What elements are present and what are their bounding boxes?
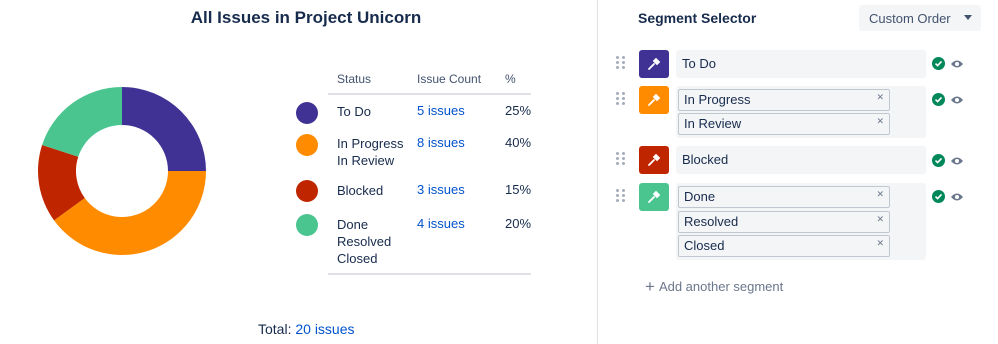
legend-status-line: Blocked: [337, 183, 384, 198]
segment-color-picker[interactable]: [639, 183, 669, 211]
legend-status-line: In Review: [337, 153, 395, 168]
segment-color-picker[interactable]: [639, 50, 669, 78]
legend-header-pct: %: [505, 72, 516, 86]
status-chip: Resolved ✕: [678, 211, 890, 233]
custom-order-label: Custom Order: [869, 10, 951, 26]
status-chip-label: In Progress: [684, 92, 751, 107]
legend-swatch: [296, 102, 318, 124]
legend-count-link[interactable]: 4 issues: [417, 216, 465, 231]
status-chip: Closed ✕: [678, 235, 890, 257]
remove-chip-icon[interactable]: ✕: [876, 111, 884, 131]
eye-icon[interactable]: [950, 156, 964, 166]
drag-handle-icon[interactable]: [616, 152, 626, 166]
segment-selector-title: Segment Selector: [638, 10, 757, 26]
legend-status: Done Resolved Closed: [337, 216, 391, 267]
check-icon: [932, 154, 945, 167]
status-chip-label: Resolved: [684, 214, 739, 229]
panel-divider: [597, 0, 598, 344]
legend-percent: 20%: [505, 216, 532, 231]
donut-slice: [122, 87, 206, 171]
legend-status: To Do: [337, 103, 371, 120]
eye-icon[interactable]: [950, 95, 964, 105]
legend-percent: 25%: [505, 103, 532, 118]
status-chip: In Progress ✕: [678, 89, 890, 111]
legend-swatch: [296, 180, 318, 202]
legend-count-link[interactable]: 8 issues: [417, 135, 465, 150]
status-chip: Done ✕: [678, 186, 890, 208]
eyedropper-icon: [648, 153, 661, 166]
legend-count-link[interactable]: 5 issues: [417, 103, 465, 118]
check-icon: [932, 93, 945, 106]
eyedropper-icon: [648, 57, 661, 70]
check-icon: [932, 57, 945, 70]
legend-status: In Progress In Review: [337, 135, 403, 169]
legend-status-line: In Progress: [337, 136, 404, 151]
add-segment-label: Add another segment: [658, 279, 784, 294]
app-root: All Issues in Project Unicorn Status Iss…: [0, 0, 998, 344]
legend-footer-divider: [328, 273, 531, 275]
chart-title: All Issues in Project Unicorn: [190, 8, 422, 27]
drag-handle-icon[interactable]: [616, 189, 626, 203]
segment-status-field[interactable]: Blocked: [676, 146, 926, 174]
segment-color-picker[interactable]: [639, 86, 669, 114]
legend-status-line: Closed: [337, 251, 378, 266]
legend-status-line: Done: [337, 217, 369, 232]
legend-swatch: [296, 134, 318, 156]
status-chip-label: Closed: [684, 238, 725, 253]
drag-handle-icon[interactable]: [616, 56, 626, 70]
add-segment-button[interactable]: + Add another segment: [645, 277, 783, 297]
legend-header-count: Issue Count: [417, 72, 482, 86]
legend-percent: 40%: [505, 135, 532, 150]
remove-chip-icon[interactable]: ✕: [876, 233, 884, 253]
legend-header-status: Status: [337, 72, 372, 86]
status-chip-label: Done: [684, 189, 716, 204]
total-issues-link[interactable]: 20 issues: [295, 321, 354, 337]
eye-icon[interactable]: [950, 59, 964, 69]
legend-status-line: Resolved: [337, 234, 392, 249]
segment-color-picker[interactable]: [639, 146, 669, 174]
custom-order-dropdown[interactable]: Custom Order: [859, 5, 981, 31]
total-summary: Total: 20 issues: [258, 321, 355, 337]
segment-status-field[interactable]: Done ✕ Resolved ✕ Closed ✕: [676, 183, 926, 260]
legend-status-line: To Do: [337, 104, 371, 119]
total-label: Total:: [258, 321, 292, 337]
check-icon: [932, 190, 945, 203]
legend-count-link[interactable]: 3 issues: [417, 182, 465, 197]
segment-status-field[interactable]: In Progress ✕ In Review ✕: [676, 86, 926, 138]
chart-panel: All Issues in Project Unicorn Status Iss…: [0, 0, 597, 344]
donut-chart: [37, 87, 206, 255]
eye-icon[interactable]: [950, 192, 964, 202]
legend-header-divider: [328, 93, 531, 95]
legend-percent: 15%: [505, 182, 532, 197]
remove-chip-icon[interactable]: ✕: [876, 184, 884, 204]
chevron-down-icon: [964, 15, 972, 20]
donut-slice: [42, 87, 122, 157]
eyedropper-icon: [648, 190, 661, 203]
remove-chip-icon[interactable]: ✕: [876, 209, 884, 229]
remove-chip-icon[interactable]: ✕: [876, 87, 884, 107]
legend-swatch: [296, 214, 318, 236]
segment-status-field[interactable]: To Do: [676, 50, 926, 78]
plus-icon: +: [645, 277, 655, 296]
status-chip: In Review ✕: [678, 113, 890, 135]
drag-handle-icon[interactable]: [616, 92, 626, 106]
eyedropper-icon: [648, 93, 661, 106]
status-chip-label: In Review: [684, 116, 742, 131]
legend-status: Blocked: [337, 182, 383, 199]
